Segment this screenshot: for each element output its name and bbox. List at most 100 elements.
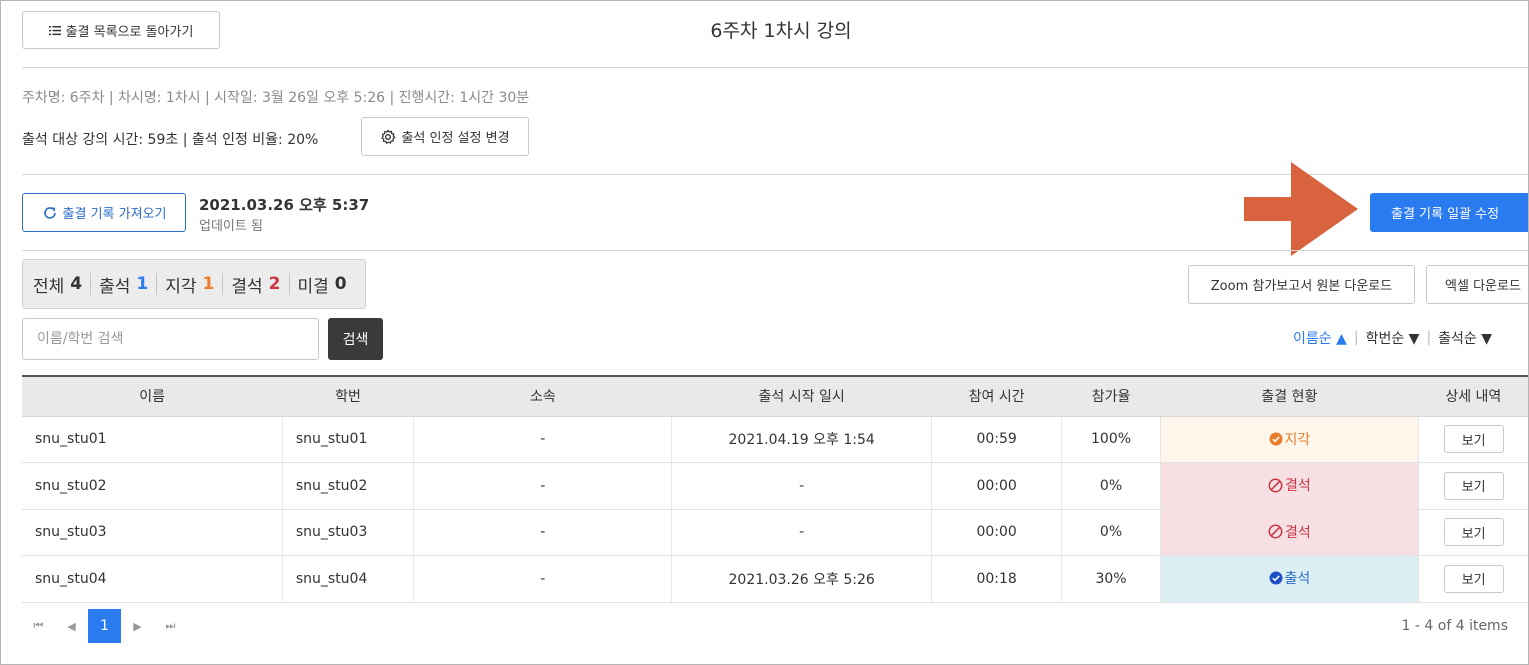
stat-count: 1 [202,274,215,294]
stat-count: 2 [268,274,281,294]
cell-student-id: snu_stu01 [282,416,415,463]
sort-options: 이름순 ▲ | 학번순 ▼ | 출석순 ▼ [1293,328,1492,348]
stat-late: 지각 1 [165,272,214,297]
annotation-arrow-icon [1244,162,1358,256]
stat-count: 0 [334,274,347,294]
stat-separator [222,273,224,295]
cell-department: - [413,509,673,556]
cell-duration: 00:59 [931,416,1063,463]
attendance-setting-button[interactable]: 출석 인정 설정 변경 [361,117,529,156]
view-detail-button[interactable]: 보기 [1443,518,1504,547]
stat-separator [90,273,92,295]
list-icon [48,25,61,35]
stat-undecided: 미결 0 [298,272,347,297]
view-detail-button[interactable]: 보기 [1443,564,1504,593]
stat-total: 전체 4 [33,272,82,297]
view-detail-button[interactable]: 보기 [1443,471,1504,500]
sort-by-id[interactable]: 학번순 ▼ [1366,328,1420,348]
attendance-summary: 전체 4 출석 1 지각 1 결석 2 미결 0 [22,259,366,309]
session-info: 주차명: 6주차 | 차시명: 1차시 | 시작일: 3월 26일 오후 5:2… [22,90,530,106]
table-header-row: 이름 학번 소속 출석 시작 일시 참여 시간 참가율 출결 현황 상세 내역 [22,375,1528,417]
stat-count: 1 [136,274,149,294]
cell-detail: 보기 [1418,416,1528,463]
back-to-list-label: 출결 목록으로 돌아가기 [65,24,194,40]
cell-start-time: 2021.04.19 오후 1:54 [671,416,932,463]
cell-duration: 00:00 [931,509,1063,556]
cell-department: - [413,462,673,510]
stat-label: 전체 [33,276,65,297]
check-circle-icon [1269,432,1283,446]
cell-name: snu_stu01 [22,416,283,463]
pagination: ⏮ ◀ 1 ▶ ⏭ [22,609,187,643]
search-button[interactable]: 검색 [328,318,383,360]
zoom-report-download-button[interactable]: Zoom 참가보고서 원본 다운로드 [1188,265,1415,304]
sort-by-name[interactable]: 이름순 ▲ [1293,328,1347,348]
cell-detail: 보기 [1418,555,1528,603]
cell-start-time: - [671,509,932,556]
status-label: 결석 [1285,524,1311,541]
cell-rate: 0% [1061,462,1161,510]
zoom-report-download-label: Zoom 참가보고서 원본 다운로드 [1210,279,1393,294]
cell-student-id: snu_stu04 [282,555,415,603]
gear-icon [381,129,396,144]
column-header[interactable]: 참여 시간 [931,375,1062,417]
column-header[interactable]: 참가율 [1061,375,1161,417]
prohibited-icon [1268,524,1283,539]
next-page-icon[interactable]: ▶ [121,609,154,643]
status-label: 결석 [1285,478,1311,494]
cell-detail: 보기 [1418,462,1528,510]
first-page-icon[interactable]: ⏮ [22,609,55,643]
column-header[interactable]: 학번 [282,375,414,417]
cell-name: snu_stu02 [22,462,283,510]
status-label: 지각 [1284,431,1311,448]
excel-download-button[interactable]: 엑셀 다운로드 [1426,265,1528,304]
divider [22,67,1528,68]
column-header[interactable]: 출결 현황 [1160,375,1419,417]
refresh-icon [43,206,56,219]
cell-name: snu_stu04 [22,555,283,603]
search-input[interactable] [22,318,319,360]
stat-separator [288,273,290,295]
column-header[interactable]: 이름 [22,375,283,417]
stat-absent: 결석 2 [231,272,280,297]
last-page-icon[interactable]: ⏭ [154,609,187,643]
column-header[interactable]: 출석 시작 일시 [671,375,932,417]
cell-department: - [413,416,673,463]
bulk-edit-button[interactable]: 출결 기록 일괄 수정 [1370,193,1528,232]
cell-detail: 보기 [1418,509,1528,556]
cell-duration: 00:00 [931,462,1063,510]
back-to-list-button[interactable]: 출결 목록으로 돌아가기 [22,11,220,49]
update-status: 업데이트 됨 [199,219,263,234]
divider [22,250,1528,251]
attendance-criteria: 출석 대상 강의 시간: 59초 | 출석 인정 비율: 20% [22,132,319,148]
column-header[interactable]: 상세 내역 [1418,375,1528,417]
cell-status: 결석 [1160,509,1420,556]
cell-status: 출석 [1160,555,1420,603]
cell-student-id: snu_stu03 [282,509,415,556]
cell-status: 지각 [1160,416,1420,463]
last-updated-time: 2021.03.26 오후 5:37 [199,196,370,214]
stat-label: 출석 [99,276,131,297]
cell-start-time: - [671,462,932,510]
fetch-records-label: 출결 기록 가져오기 [62,207,167,222]
stat-separator [156,273,158,295]
stat-present: 출석 1 [99,272,148,297]
table-row: snu_stu04 snu_stu04 - 2021.03.26 오후 5:26… [22,555,1528,603]
cell-status: 결석 [1160,462,1420,510]
check-circle-icon [1269,571,1283,585]
fetch-records-button[interactable]: 출결 기록 가져오기 [22,193,186,232]
page-frame: 출결 목록으로 돌아가기 6주차 1차시 강의 주차명: 6주차 | 차시명: … [0,0,1529,665]
prev-page-icon[interactable]: ◀ [55,609,88,643]
excel-download-label: 엑셀 다운로드 [1445,279,1521,294]
cell-name: snu_stu03 [22,509,283,556]
page-number[interactable]: 1 [88,609,121,643]
column-header[interactable]: 소속 [413,375,672,417]
cell-start-time: 2021.03.26 오후 5:26 [671,555,932,603]
page-title: 6주차 1차시 강의 [710,20,852,42]
stat-label: 지각 [165,276,197,297]
view-detail-button[interactable]: 보기 [1443,425,1504,454]
cell-rate: 0% [1061,509,1161,556]
attendance-setting-label: 출석 인정 설정 변경 [401,131,510,146]
sort-by-attendance[interactable]: 출석순 ▼ [1438,328,1492,348]
attendance-table: 이름 학번 소속 출석 시작 일시 참여 시간 참가율 출결 현황 상세 내역 … [22,375,1528,603]
